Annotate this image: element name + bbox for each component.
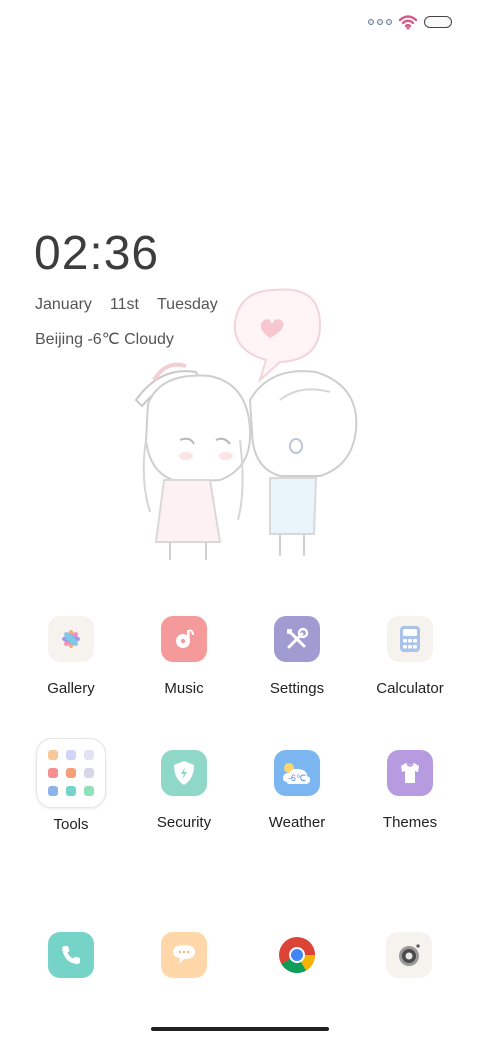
app-calculator[interactable]: Calculator	[355, 616, 465, 697]
battery-icon	[424, 16, 452, 28]
weather-icon: -6℃	[274, 750, 320, 796]
app-security[interactable]: Security	[129, 750, 239, 831]
dock-messages-button[interactable]	[161, 932, 207, 978]
settings-icon	[274, 616, 320, 662]
status-bar	[368, 14, 452, 30]
app-themes[interactable]: Themes	[355, 750, 465, 831]
app-tools-folder[interactable]: Tools	[16, 738, 126, 833]
app-gallery[interactable]: Gallery	[16, 616, 126, 697]
phone-icon	[62, 946, 80, 964]
camera-icon	[399, 944, 420, 966]
dock-camera-button[interactable]	[386, 932, 432, 978]
app-label: Gallery	[47, 680, 95, 697]
app-label: Weather	[268, 814, 326, 831]
app-music[interactable]: Music	[129, 616, 239, 697]
app-label: Security	[156, 814, 212, 831]
wallpaper-illustration	[134, 288, 358, 560]
clock-time: 02:36	[34, 227, 160, 280]
messages-icon	[173, 945, 195, 964]
calculator-icon	[387, 616, 433, 662]
tools-folder-icon	[36, 738, 106, 808]
chrome-icon	[279, 937, 315, 974]
app-label: Calculator	[376, 680, 444, 697]
wifi-icon	[398, 15, 418, 30]
dock-chrome-button[interactable]	[274, 932, 320, 978]
dock-phone-button[interactable]	[48, 932, 94, 978]
app-label: Settings	[269, 680, 325, 697]
gallery-icon	[48, 616, 94, 662]
security-icon	[161, 750, 207, 796]
weather-badge: -6℃	[288, 773, 306, 783]
home-indicator[interactable]	[151, 1027, 329, 1031]
music-icon	[161, 616, 207, 662]
signal-dots-icon	[368, 19, 392, 25]
date-month: January	[35, 296, 92, 313]
themes-icon	[387, 750, 433, 796]
app-label: Tools	[53, 816, 89, 833]
app-settings[interactable]: Settings	[242, 616, 352, 697]
app-label: Themes	[382, 814, 438, 831]
app-label: Music	[164, 680, 204, 697]
app-weather[interactable]: -6℃ Weather	[242, 750, 352, 831]
